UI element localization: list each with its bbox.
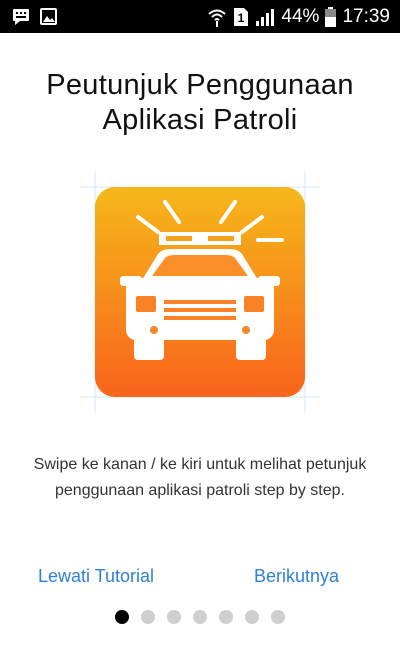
chat-notification-icon	[12, 8, 30, 25]
page-title-line-2: Aplikasi Patroli	[102, 104, 298, 136]
page-title: Peutunjuk Penggunaan Aplikasi Patroli	[0, 68, 400, 138]
page-dot-3[interactable]	[167, 610, 181, 624]
windshield	[152, 255, 248, 276]
status-left	[12, 8, 57, 25]
status-bar: 1 44% 17:39	[0, 0, 400, 33]
police-car-illustration	[80, 172, 320, 412]
page-dot-2[interactable]	[141, 610, 155, 624]
page-dot-5[interactable]	[219, 610, 233, 624]
clock: 17:39	[342, 5, 390, 27]
tutorial-screen: 1 44% 17:39 Peutunjuk Penggunaan Aplikas…	[0, 0, 400, 650]
skip-tutorial-button[interactable]: Lewati Tutorial	[38, 566, 154, 587]
page-dot-7[interactable]	[271, 610, 285, 624]
page-dot-1[interactable]	[115, 610, 129, 624]
description-line-1: Swipe ke kanan / ke kiri untuk melihat p…	[33, 456, 367, 473]
image-notification-icon	[40, 8, 57, 25]
next-button[interactable]: Berikutnya	[254, 566, 339, 587]
page-dot-4[interactable]	[193, 610, 207, 624]
status-right: 1 44% 17:39	[207, 6, 390, 28]
police-car-icon	[80, 172, 320, 412]
signal-icon	[255, 8, 275, 26]
page-title-line-1: Peutunjuk Penggunaan	[46, 69, 354, 101]
sim-label: 1	[238, 11, 245, 25]
tutorial-description: Swipe ke kanan / ke kiri untuk melihat p…	[20, 452, 380, 504]
headlight-left	[136, 296, 156, 312]
battery-percent: 44%	[281, 5, 320, 27]
wifi-icon	[207, 7, 227, 27]
page-dot-6[interactable]	[245, 610, 259, 624]
headlight-right	[244, 296, 264, 312]
page-indicator	[0, 610, 400, 624]
battery-icon	[325, 6, 337, 27]
sim-1-icon: 1	[233, 7, 249, 27]
description-line-2: penggunaan aplikasi patroli step by step…	[55, 482, 345, 499]
